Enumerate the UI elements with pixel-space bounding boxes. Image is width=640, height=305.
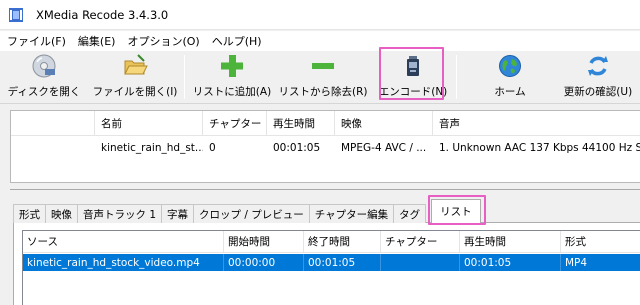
remove-from-list-label: リストから除去(R) xyxy=(278,86,368,98)
open-disc-label: ディスクを開く xyxy=(7,86,81,98)
file-list-column-duration[interactable]: 再生時間 xyxy=(267,111,335,135)
menu-edit[interactable]: 編集(E) xyxy=(72,33,122,49)
encode-highlight xyxy=(379,47,444,100)
folder-open-icon xyxy=(124,54,148,75)
check-update-button[interactable]: 更新の確認(U) xyxy=(556,51,640,103)
menu-file[interactable]: ファイル(F) xyxy=(0,33,72,49)
file-list-column-video[interactable]: 映像 xyxy=(335,111,433,135)
file-list-cell-blank xyxy=(11,137,95,158)
job-list-column-format[interactable]: 形式 xyxy=(561,231,640,252)
open-file-button[interactable]: ファイルを開く(I) xyxy=(92,51,178,103)
tab-tags[interactable]: タグ xyxy=(393,204,427,223)
menu-help[interactable]: ヘルプ(H) xyxy=(206,33,268,49)
file-list-cell-chapter: 0 xyxy=(209,141,216,154)
job-list-cell-start: 00:00:00 xyxy=(224,254,304,271)
job-list-header: ソース 開始時間 終了時間 チャプター 再生時間 形式 xyxy=(23,231,640,253)
minus-icon xyxy=(312,63,334,69)
job-list-cell-duration: 00:01:05 xyxy=(460,254,561,271)
plus-icon xyxy=(221,55,243,77)
job-list-cell-format: MP4 xyxy=(561,254,640,271)
tab-audio-track-1[interactable]: 音声トラック 1 xyxy=(77,204,163,223)
job-list-column-chapter[interactable]: チャプター xyxy=(381,231,460,252)
job-list-column-source[interactable]: ソース xyxy=(23,231,224,252)
file-list-column-blank xyxy=(11,111,95,135)
open-file-label: ファイルを開く(I) xyxy=(92,86,178,98)
tab-format[interactable]: 形式 xyxy=(13,204,46,223)
file-list-column-chapter[interactable]: チャプター xyxy=(203,111,267,135)
file-list-row[interactable]: kinetic_rain_hd_st... 0 00:01:05 MPEG-4 … xyxy=(11,137,640,158)
file-list-cell-duration: 00:01:05 xyxy=(273,141,321,154)
disc-icon xyxy=(32,54,56,78)
menu-bar: ファイル(F) 編集(E) オプション(O) ヘルプ(H) xyxy=(0,31,640,51)
job-list[interactable]: ソース 開始時間 終了時間 チャプター 再生時間 形式 kinetic_rain… xyxy=(22,230,640,305)
toolbar-separator xyxy=(456,55,457,99)
refresh-icon xyxy=(588,56,608,76)
panel-splitter[interactable] xyxy=(10,189,640,190)
globe-icon xyxy=(499,55,521,77)
open-disc-button[interactable]: ディスクを開く xyxy=(6,51,82,103)
job-list-row-selected[interactable]: kinetic_rain_hd_stock_video.mp4 00:00:00… xyxy=(23,254,640,271)
file-list-header: 名前 チャプター 再生時間 映像 音声 xyxy=(11,111,640,136)
tab-crop-preview[interactable]: クロップ / プレビュー xyxy=(193,204,310,223)
check-update-label: 更新の確認(U) xyxy=(563,86,633,98)
home-label: ホーム xyxy=(494,86,526,98)
job-list-column-end[interactable]: 終了時間 xyxy=(304,231,381,252)
tab-list[interactable]: リスト xyxy=(431,199,481,223)
toolbar-separator xyxy=(184,55,185,99)
home-button[interactable]: ホーム xyxy=(480,51,540,103)
file-list-cell-audio: 1. Unknown AAC 137 Kbps 44100 Hz Stereo xyxy=(439,141,640,154)
job-list-column-duration[interactable]: 再生時間 xyxy=(460,231,561,252)
tab-strip: 形式 映像 音声トラック 1 字幕 クロップ / プレビュー チャプター編集 タ… xyxy=(13,199,481,223)
add-to-list-button[interactable]: リストに追加(A) xyxy=(192,51,272,103)
tab-video[interactable]: 映像 xyxy=(45,204,78,223)
toolbar: ディスクを開く ファイルを開く(I) リストに追加(A) リストから除去(R) … xyxy=(0,47,640,104)
job-list-cell-chapter xyxy=(381,254,460,271)
job-list-cell-end: 00:01:05 xyxy=(304,254,381,271)
job-list-cell-source: kinetic_rain_hd_stock_video.mp4 xyxy=(23,254,224,271)
window-title: XMedia Recode 3.4.3.0 xyxy=(36,7,169,22)
title-bar: XMedia Recode 3.4.3.0 xyxy=(0,0,640,30)
file-list-cell-video: MPEG-4 AVC / ... xyxy=(341,141,427,154)
file-list-column-audio[interactable]: 音声 xyxy=(433,111,640,135)
remove-from-list-button[interactable]: リストから除去(R) xyxy=(278,51,368,103)
tab-chapter-edit[interactable]: チャプター編集 xyxy=(308,204,395,223)
file-list[interactable]: 名前 チャプター 再生時間 映像 音声 kinetic_rain_hd_st..… xyxy=(10,110,640,183)
app-icon xyxy=(9,7,23,22)
file-list-cell-name: kinetic_rain_hd_st... xyxy=(101,141,203,154)
tab-subtitles[interactable]: 字幕 xyxy=(161,204,195,223)
file-list-column-name[interactable]: 名前 xyxy=(95,111,203,135)
job-list-column-start[interactable]: 開始時間 xyxy=(224,231,304,252)
add-to-list-label: リストに追加(A) xyxy=(192,86,272,98)
menu-options[interactable]: オプション(O) xyxy=(121,33,205,49)
